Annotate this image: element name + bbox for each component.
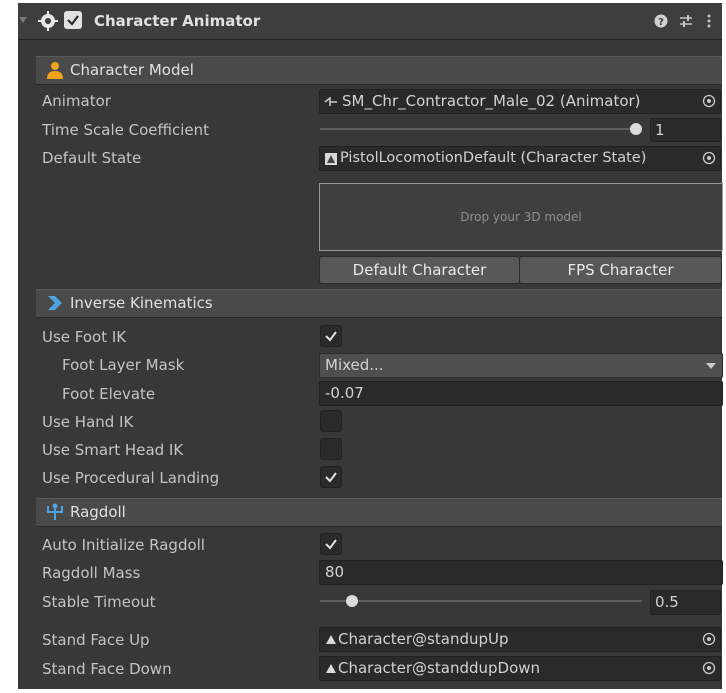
section-title: Character Model <box>70 61 194 79</box>
foot-layer-mask-label: Foot Layer Mask <box>62 356 185 374</box>
animator-label: Animator <box>42 92 111 110</box>
person-icon <box>47 62 63 79</box>
stand-face-down-value: Character@standdupDown <box>338 659 541 677</box>
kebab-menu-icon[interactable] <box>706 13 712 29</box>
animator-field[interactable]: SM_Chr_Contractor_Male_02 (Animator) <box>319 89 721 114</box>
stable-timeout-label: Stable Timeout <box>42 593 156 611</box>
default-state-value: PistolLocomotionDefault (Character State… <box>340 150 647 166</box>
component-header: Character Animator ? <box>18 3 722 40</box>
time-scale-input[interactable]: 1 <box>650 118 721 142</box>
time-scale-slider-knob[interactable] <box>630 123 642 135</box>
stand-face-down-label: Stand Face Down <box>42 660 172 678</box>
foldout-arrow-icon[interactable] <box>18 15 28 25</box>
animation-clip-icon <box>326 635 336 644</box>
use-procedural-landing-checkbox[interactable] <box>320 466 342 488</box>
chevron-down-icon <box>706 363 716 369</box>
time-scale-value: 1 <box>655 121 665 139</box>
animator-value: SM_Chr_Contractor_Male_02 (Animator) <box>342 92 641 110</box>
object-picker-icon[interactable] <box>702 632 716 646</box>
section-ragdoll[interactable]: Ragdoll <box>36 498 722 527</box>
use-foot-ik-label: Use Foot IK <box>42 328 127 346</box>
component-panel: Character Animator ? Character Model Ani… <box>18 3 723 689</box>
animation-clip-icon <box>326 664 336 673</box>
use-smart-head-ik-label: Use Smart Head IK <box>42 441 184 459</box>
foot-layer-mask-value: Mixed... <box>325 356 384 374</box>
object-picker-icon[interactable] <box>702 661 716 675</box>
ragdoll-icon <box>47 503 63 520</box>
time-scale-label: Time Scale Coefficient <box>42 121 210 139</box>
component-enabled-checkbox[interactable] <box>64 11 82 29</box>
object-picker-icon[interactable] <box>702 94 716 108</box>
stable-timeout-slider-track[interactable] <box>320 600 642 602</box>
animator-icon <box>324 96 337 106</box>
presets-icon[interactable] <box>678 13 694 29</box>
stable-timeout-slider-knob[interactable] <box>346 595 358 607</box>
use-smart-head-ik-checkbox[interactable] <box>320 438 342 460</box>
svg-text:?: ? <box>658 17 664 28</box>
check-icon <box>325 472 337 483</box>
foot-elevate-value: -0.07 <box>325 384 364 402</box>
stable-timeout-value: 0.5 <box>655 593 679 611</box>
section-character-model[interactable]: Character Model <box>36 56 722 85</box>
ik-chevron-icon <box>48 296 62 310</box>
stand-face-down-field[interactable]: Character@standdupDown <box>319 656 721 681</box>
model-drop-zone[interactable]: Drop your 3D model <box>319 183 723 251</box>
auto-init-ragdoll-checkbox[interactable] <box>320 533 342 555</box>
gear-icon <box>38 11 58 31</box>
check-icon <box>67 15 79 26</box>
foot-elevate-input[interactable]: -0.07 <box>319 381 723 406</box>
ragdoll-mass-value: 80 <box>325 563 345 581</box>
stand-face-up-value: Character@standupUp <box>338 630 509 648</box>
ragdoll-mass-label: Ragdoll Mass <box>42 564 141 582</box>
default-state-label: Default State <box>42 149 142 167</box>
use-hand-ik-checkbox[interactable] <box>320 410 342 432</box>
section-title: Inverse Kinematics <box>70 294 213 312</box>
stable-timeout-input[interactable]: 0.5 <box>650 590 721 615</box>
foot-layer-mask-dropdown[interactable]: Mixed... <box>319 353 723 378</box>
help-icon[interactable]: ? <box>654 14 668 28</box>
object-picker-icon[interactable] <box>702 151 716 165</box>
section-title: Ragdoll <box>70 503 126 521</box>
use-foot-ik-checkbox[interactable] <box>320 325 342 347</box>
check-icon <box>325 331 337 342</box>
check-icon <box>325 539 337 550</box>
use-procedural-landing-label: Use Procedural Landing <box>42 469 220 487</box>
default-state-field[interactable]: PistolLocomotionDefault (Character State… <box>319 146 721 171</box>
stand-face-up-label: Stand Face Up <box>42 631 150 649</box>
fps-character-button[interactable]: FPS Character <box>519 256 722 284</box>
ragdoll-mass-input[interactable]: 80 <box>319 560 723 585</box>
use-hand-ik-label: Use Hand IK <box>42 413 134 431</box>
foot-elevate-label: Foot Elevate <box>62 385 156 403</box>
stand-face-up-field[interactable]: Character@standupUp <box>319 627 721 652</box>
time-scale-slider-track[interactable] <box>320 128 640 130</box>
auto-init-ragdoll-label: Auto Initialize Ragdoll <box>42 536 205 554</box>
inspector-frame: Character Animator ? Character Model Ani… <box>0 0 726 693</box>
component-title: Character Animator <box>94 12 261 30</box>
character-state-icon <box>325 153 337 165</box>
section-inverse-kinematics[interactable]: Inverse Kinematics <box>36 289 722 318</box>
default-character-button[interactable]: Default Character <box>319 256 520 284</box>
